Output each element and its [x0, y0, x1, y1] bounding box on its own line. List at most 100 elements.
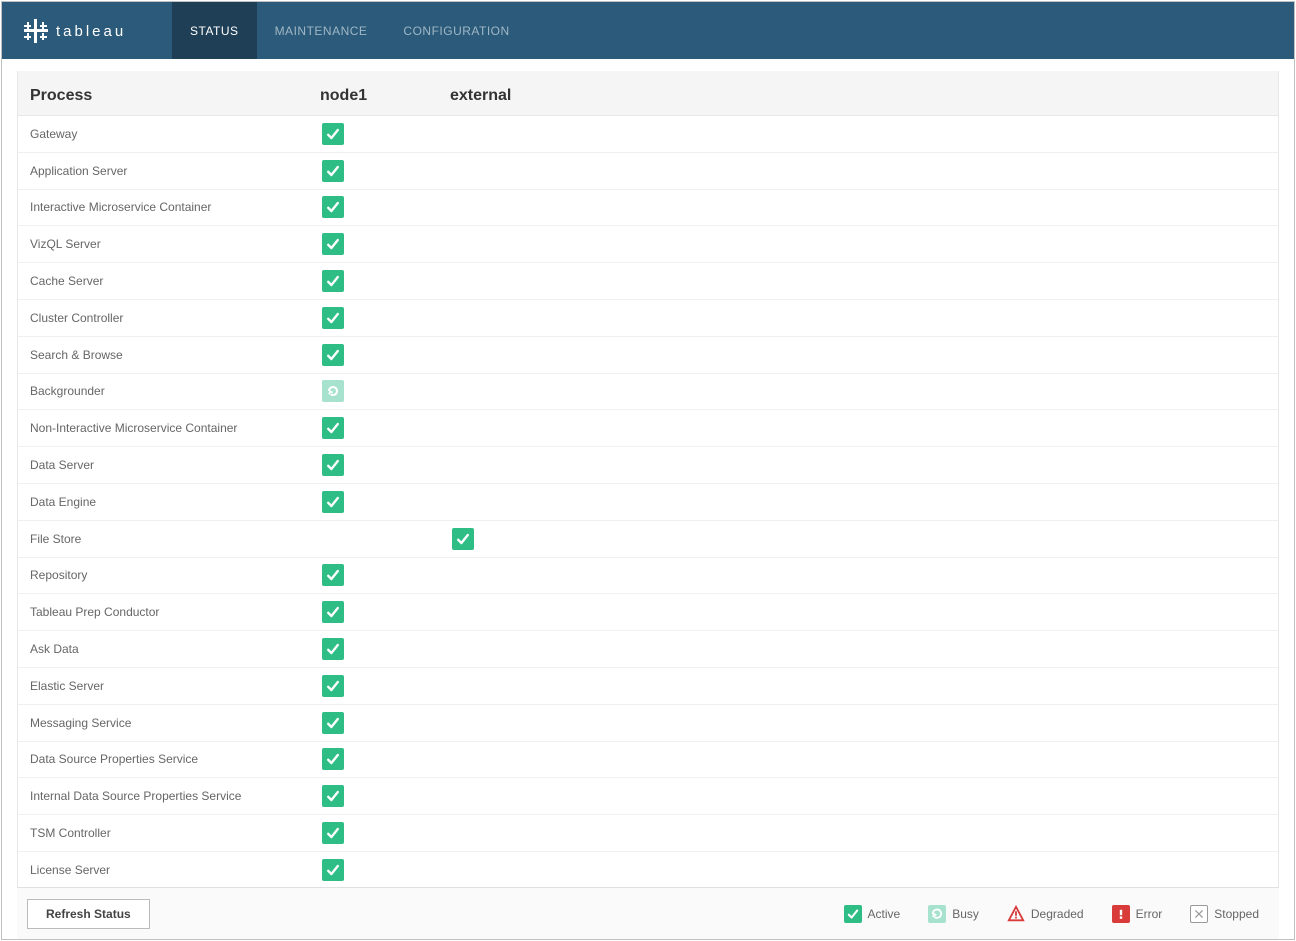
cell-node1 [320, 564, 450, 586]
process-name: Data Source Properties Service [30, 752, 320, 766]
table-row: Ask Data [18, 631, 1278, 668]
active-icon [322, 638, 344, 660]
table-row: Interactive Microservice Container [18, 190, 1278, 227]
cell-node1 [320, 307, 450, 329]
process-name: File Store [30, 532, 320, 546]
cell-node1 [320, 748, 450, 770]
active-icon [322, 712, 344, 734]
cell-node1 [320, 712, 450, 734]
cell-node1 [320, 822, 450, 844]
active-icon [322, 344, 344, 366]
table-row: Tableau Prep Conductor [18, 594, 1278, 631]
header-external: external [450, 87, 1278, 105]
process-name: Search & Browse [30, 348, 320, 362]
process-name: Non-Interactive Microservice Container [30, 421, 320, 435]
cell-external [450, 528, 1278, 550]
active-icon [322, 417, 344, 439]
legend-stopped-label: Stopped [1214, 907, 1259, 921]
cell-node1 [320, 344, 450, 366]
cell-node1 [320, 601, 450, 623]
process-name: Messaging Service [30, 716, 320, 730]
table-row: Cluster Controller [18, 300, 1278, 337]
table-header-row: Process node1 external [17, 71, 1279, 116]
table-row: Search & Browse [18, 337, 1278, 374]
top-nav-bar: tableau STATUSMAINTENANCECONFIGURATION [2, 2, 1294, 59]
table-row: Data Source Properties Service [18, 742, 1278, 779]
process-name: Internal Data Source Properties Service [30, 789, 320, 803]
process-name: Data Engine [30, 495, 320, 509]
cell-node1 [320, 196, 450, 218]
legend-stopped: Stopped [1190, 905, 1259, 923]
table-row: Internal Data Source Properties Service [18, 778, 1278, 815]
legend-degraded-label: Degraded [1031, 907, 1084, 921]
table-row: Backgrounder [18, 374, 1278, 411]
table-row: Repository [18, 558, 1278, 595]
cell-node1 [320, 859, 450, 881]
table-row: Gateway [18, 116, 1278, 153]
cell-node1 [320, 638, 450, 660]
process-name: Tableau Prep Conductor [30, 605, 320, 619]
table-row: VizQL Server [18, 226, 1278, 263]
cell-node1 [320, 675, 450, 697]
tableau-logo: tableau [2, 2, 172, 59]
cell-node1 [320, 270, 450, 292]
table-row: TSM Controller [18, 815, 1278, 852]
active-icon [322, 196, 344, 218]
error-icon [1112, 905, 1130, 923]
process-name: Gateway [30, 127, 320, 141]
cell-node1 [320, 380, 450, 402]
svg-text:tableau: tableau [56, 23, 126, 40]
table-row: Data Server [18, 447, 1278, 484]
busy-icon [322, 380, 344, 402]
header-node1: node1 [320, 87, 450, 105]
process-name: VizQL Server [30, 237, 320, 251]
legend-busy: Busy [928, 905, 979, 923]
active-icon [844, 905, 862, 923]
active-icon [322, 491, 344, 513]
status-table: Process node1 external Gateway Applicatio… [17, 59, 1279, 887]
process-name: Cluster Controller [30, 311, 320, 325]
active-icon [322, 454, 344, 476]
header-process: Process [30, 87, 320, 105]
nav-tab-maintenance[interactable]: MAINTENANCE [257, 2, 386, 59]
process-name: Application Server [30, 164, 320, 178]
active-icon [322, 822, 344, 844]
legend-active-label: Active [868, 907, 901, 921]
legend-error: Error [1112, 905, 1163, 923]
active-icon [322, 123, 344, 145]
table-row: Non-Interactive Microservice Container [18, 410, 1278, 447]
legend-degraded: Degraded [1007, 905, 1084, 923]
cell-node1 [320, 454, 450, 476]
stopped-icon [1190, 905, 1208, 923]
process-name: Interactive Microservice Container [30, 200, 320, 214]
active-icon [322, 859, 344, 881]
cell-node1 [320, 160, 450, 182]
legend-active: Active [844, 905, 901, 923]
degraded-icon [1007, 905, 1025, 923]
table-row: Cache Server [18, 263, 1278, 300]
table-row: Messaging Service [18, 705, 1278, 742]
active-icon [322, 270, 344, 292]
table-row: Data Engine [18, 484, 1278, 521]
cell-node1 [320, 233, 450, 255]
nav-tab-status[interactable]: STATUS [172, 2, 257, 59]
active-icon [322, 601, 344, 623]
process-name: Ask Data [30, 642, 320, 656]
active-icon [322, 785, 344, 807]
process-name: Cache Server [30, 274, 320, 288]
nav-tab-configuration[interactable]: CONFIGURATION [385, 2, 527, 59]
process-name: License Server [30, 863, 320, 877]
process-name: Repository [30, 568, 320, 582]
status-legend: Active Busy Degraded [844, 905, 1259, 923]
active-icon [322, 564, 344, 586]
active-icon [322, 748, 344, 770]
legend-busy-label: Busy [952, 907, 979, 921]
active-icon [322, 233, 344, 255]
footer-bar: Refresh Status Active Busy [17, 887, 1279, 939]
active-icon [322, 160, 344, 182]
busy-icon [928, 905, 946, 923]
active-icon [452, 528, 474, 550]
refresh-status-button[interactable]: Refresh Status [27, 899, 150, 929]
table-row: License Server [18, 852, 1278, 887]
process-name: Backgrounder [30, 384, 320, 398]
